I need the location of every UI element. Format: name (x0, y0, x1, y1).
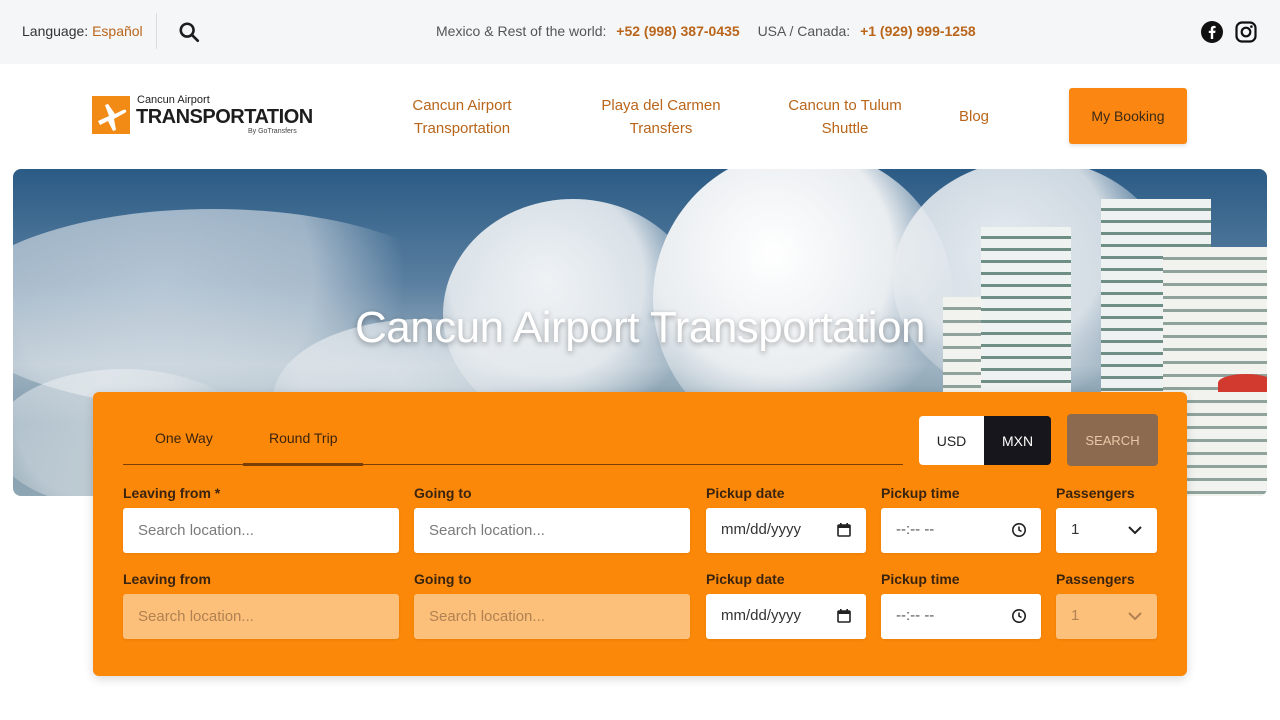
date-value: mm/dd/yyyy (721, 607, 802, 624)
pickup-date-label: Pickup date (706, 485, 785, 501)
leaving-from-label: Leaving from * (123, 485, 221, 501)
passengers-select[interactable]: 1 (1056, 508, 1157, 553)
return-leaving-from-label: Leaving from (123, 571, 211, 587)
language-switcher[interactable]: Language: Español (22, 23, 143, 39)
nav-cancun-tulum[interactable]: Cancun to Tulum Shuttle (778, 94, 912, 140)
passengers-value: 1 (1071, 607, 1080, 624)
clock-icon[interactable] (1011, 522, 1027, 538)
beach-umbrella (1218, 374, 1267, 392)
phone-mx-label: Mexico & Rest of the world: (436, 23, 607, 39)
leaving-from-input[interactable] (123, 508, 399, 553)
return-pickup-date-label: Pickup date (706, 571, 785, 587)
chevron-down-icon (1128, 612, 1142, 621)
language-value[interactable]: Español (92, 23, 143, 39)
date-value: mm/dd/yyyy (721, 521, 802, 538)
logo-line2: TRANSPORTATION (136, 106, 313, 128)
tab-one-way[interactable]: One Way (155, 430, 213, 446)
hero-title: Cancun Airport Transportation (354, 303, 926, 352)
pickup-date-field[interactable]: mm/dd/yyyy (706, 508, 866, 553)
tab-divider (123, 464, 903, 465)
top-bar: Language: Español Mexico & Rest of the w… (0, 0, 1280, 64)
return-leaving-from-input (123, 594, 399, 639)
passengers-label: Passengers (1056, 485, 1135, 501)
nav-line: Transportation (413, 120, 511, 137)
return-going-to-label: Going to (414, 571, 472, 587)
return-leaving-from-field (123, 594, 399, 639)
active-tab-indicator (243, 463, 363, 466)
nav-playa-del-carmen[interactable]: Playa del Carmen Transfers (593, 94, 729, 140)
logo-line1: Cancun Airport (137, 94, 210, 106)
currency-usd-button[interactable]: USD (919, 416, 984, 465)
phone-mx-link[interactable]: +52 (998) 387-0435 (616, 23, 739, 39)
going-to-label: Going to (414, 485, 472, 501)
time-value: --:-- -- (896, 607, 935, 624)
logo-line3: By GoTransfers (248, 128, 297, 135)
instagram-icon[interactable] (1234, 20, 1258, 44)
contact-phones: Mexico & Rest of the world: +52 (998) 38… (436, 23, 990, 39)
return-pickup-date-field[interactable]: mm/dd/yyyy (706, 594, 866, 639)
nav-line: Playa del Carmen (601, 97, 721, 114)
clock-icon[interactable] (1011, 608, 1027, 624)
facebook-icon[interactable] (1200, 20, 1224, 44)
my-booking-button[interactable]: My Booking (1069, 88, 1187, 144)
going-to-field[interactable] (414, 508, 690, 553)
calendar-icon[interactable] (836, 522, 852, 538)
pickup-time-field[interactable]: --:-- -- (881, 508, 1041, 553)
return-passengers-label: Passengers (1056, 571, 1135, 587)
phone-us-label: USA / Canada: (757, 23, 851, 39)
time-value: --:-- -- (896, 521, 935, 538)
pickup-time-label: Pickup time (881, 485, 960, 501)
nav-line: Transfers (629, 120, 693, 137)
nav-blog[interactable]: Blog (948, 105, 1000, 128)
currency-mxn-button[interactable]: MXN (984, 416, 1051, 465)
nav-line: Cancun Airport (412, 97, 512, 114)
language-label: Language: (22, 23, 89, 39)
calendar-icon[interactable] (836, 608, 852, 624)
nav-cancun-airport[interactable]: Cancun Airport Transportation (398, 94, 526, 140)
search-button[interactable]: SEARCH (1067, 414, 1158, 466)
divider (156, 13, 157, 49)
phone-us-link[interactable]: +1 (929) 999-1258 (860, 23, 976, 39)
return-passengers-select: 1 (1056, 594, 1157, 639)
passengers-value: 1 (1071, 521, 1080, 538)
nav-line: Shuttle (821, 120, 869, 137)
return-going-to-input (414, 594, 690, 639)
leaving-from-field[interactable] (123, 508, 399, 553)
plane-icon (92, 96, 130, 134)
return-pickup-time-label: Pickup time (881, 571, 960, 587)
going-to-input[interactable] (414, 508, 690, 553)
booking-form: One Way Round Trip USD MXN SEARCH Leavin… (93, 392, 1187, 676)
return-going-to-field (414, 594, 690, 639)
site-logo[interactable]: Cancun Airport TRANSPORTATION By GoTrans… (92, 94, 313, 138)
tab-round-trip[interactable]: Round Trip (269, 430, 337, 446)
nav-line: Blog (958, 108, 990, 125)
chevron-down-icon (1128, 526, 1142, 535)
return-pickup-time-field[interactable]: --:-- -- (881, 594, 1041, 639)
nav-line: Cancun to Tulum (788, 97, 902, 114)
search-icon[interactable] (178, 21, 200, 43)
